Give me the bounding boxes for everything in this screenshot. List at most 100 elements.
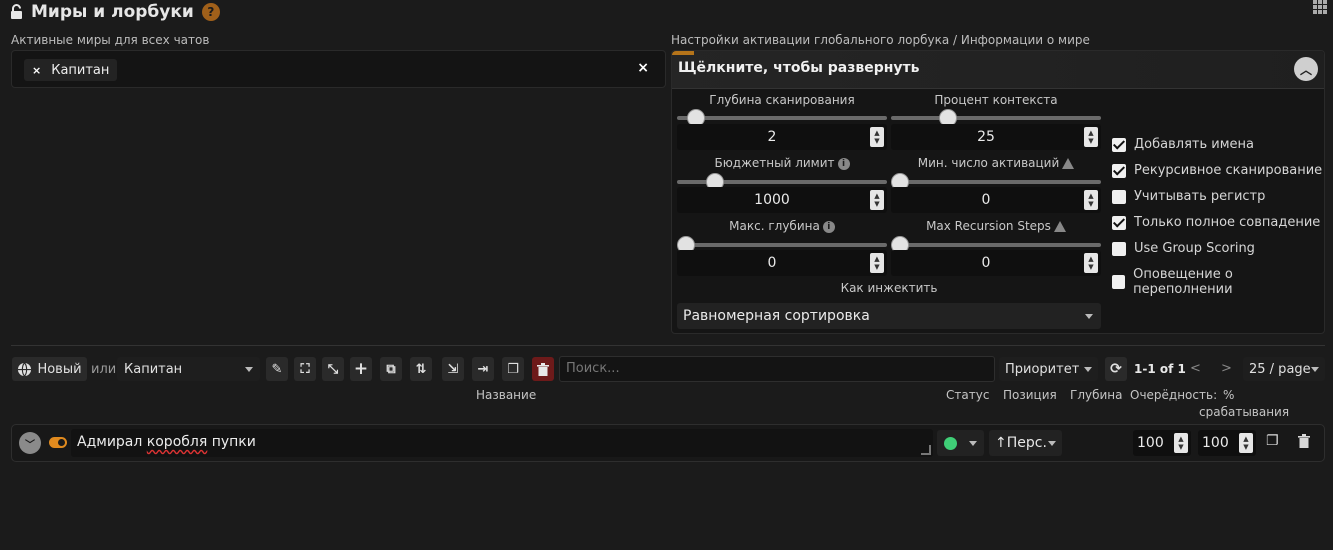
checkbox-group-scoring[interactable]: Use Group Scoring [1112, 241, 1255, 256]
delete-world-button[interactable] [532, 357, 554, 381]
insertion-select[interactable]: Равномерная сортировка [677, 303, 1101, 329]
budget-cap-label: Бюджетный лимит i [677, 156, 887, 170]
checkbox[interactable] [1112, 137, 1126, 152]
checkbox[interactable] [1112, 241, 1126, 256]
checkbox-case-sensitive[interactable]: Учитывать регистр [1112, 189, 1265, 204]
chip-remove-icon[interactable]: × [32, 64, 41, 77]
min-activations-slider[interactable] [891, 173, 1101, 191]
page-size-select[interactable]: 25 / page [1243, 357, 1325, 381]
clear-selection-icon[interactable]: × [637, 60, 649, 76]
position-select[interactable]: ↑Перс. [989, 430, 1062, 456]
max-depth-value: 0 [767, 255, 777, 271]
prev-page-button[interactable]: < [1190, 361, 1201, 376]
world-select-value: Капитан [124, 361, 183, 377]
max-depth-slider[interactable] [677, 236, 887, 254]
checkbox-add-names[interactable]: Добавлять имена [1112, 137, 1254, 152]
globe-icon [18, 362, 32, 376]
position-value: ↑Перс. [995, 435, 1047, 451]
min-activations-input[interactable]: 0 ▲ ▼ [891, 187, 1101, 213]
status-select[interactable] [937, 430, 984, 456]
delete-entry-button[interactable] [1298, 434, 1310, 452]
spinner-icon[interactable]: ▲ ▼ [1239, 433, 1253, 453]
scan-depth-slider[interactable] [677, 109, 887, 127]
export-button[interactable]: ⇥ [472, 357, 494, 381]
checkbox[interactable] [1112, 189, 1126, 204]
help-icon[interactable]: ? [201, 3, 220, 21]
chip-label: Капитан [51, 62, 110, 78]
file-import-icon: ⇲ [447, 361, 459, 377]
search-input[interactable]: Поиск... [559, 356, 995, 382]
apply-sort-button[interactable]: ⇅ [410, 357, 432, 381]
spinner-icon[interactable]: ▲ ▼ [1084, 127, 1098, 147]
chevron-down-icon [1311, 366, 1319, 372]
checkbox-recursive-scan[interactable]: Рекурсивное сканирование [1112, 163, 1322, 178]
file-export-icon: ⇥ [477, 361, 489, 377]
checkbox-label: Только полное совпадение [1134, 215, 1321, 230]
spinner-icon[interactable]: ▲ ▼ [1084, 190, 1098, 210]
active-worlds-select[interactable]: × Капитан × [11, 50, 666, 88]
col-trigger: % [1223, 388, 1235, 402]
new-world-button[interactable]: Новый [12, 357, 87, 381]
fill-memos-button[interactable]: ⧉ [380, 357, 402, 381]
new-entry-button[interactable]: + [350, 357, 372, 381]
budget-cap-input[interactable]: 1000 ▲ ▼ [677, 187, 887, 213]
col-title: Название [476, 388, 537, 402]
sort-select[interactable]: Приоритет [999, 357, 1098, 381]
max-recursion-slider[interactable] [891, 236, 1101, 254]
entry-title-misspelled: коробля [146, 434, 208, 450]
checkbox[interactable] [1112, 275, 1126, 289]
spinner-icon[interactable]: ▲ ▼ [1084, 253, 1098, 273]
checkbox-overflow-alert[interactable]: Оповещение о переполнении [1112, 267, 1324, 297]
duplicate-world-button[interactable]: ❐ [502, 357, 524, 381]
min-activations-text: Мин. число активаций [917, 156, 1060, 170]
chevron-down-icon [1085, 314, 1093, 319]
info-icon[interactable]: i [837, 157, 850, 170]
entry-row: ﹀ Адмирал коробля пупки ↑Перс. 100 ▲ ▼ 10… [11, 424, 1325, 462]
checkbox[interactable] [1112, 215, 1126, 230]
resize-handle-icon[interactable] [921, 445, 931, 455]
spinner-icon[interactable]: ▲ ▼ [870, 127, 884, 147]
duplicate-entry-icon[interactable]: ❐ [1266, 433, 1279, 449]
warning-icon[interactable] [1062, 158, 1075, 169]
trigger-input[interactable]: 100 ▲ ▼ [1198, 430, 1256, 456]
budget-cap-slider[interactable] [677, 173, 887, 191]
order-input[interactable]: 100 ▲ ▼ [1133, 430, 1191, 456]
order-value: 100 [1137, 435, 1164, 451]
col-depth: Глубина [1070, 388, 1123, 402]
spinner-icon[interactable]: ▲ ▼ [1174, 433, 1188, 453]
max-depth-input[interactable]: 0 ▲ ▼ [677, 250, 887, 276]
world-select[interactable]: Капитан [117, 357, 260, 381]
trigger-value: 100 [1202, 435, 1229, 451]
refresh-button[interactable]: ⟳ [1105, 357, 1127, 381]
chevron-up-icon[interactable]: ︿ [1294, 57, 1318, 81]
info-icon[interactable]: i [822, 220, 835, 233]
budget-cap-text: Бюджетный лимит [714, 156, 835, 170]
next-page-button[interactable]: > [1221, 361, 1232, 376]
scan-depth-value: 2 [767, 129, 777, 145]
entry-toggle[interactable] [49, 437, 67, 448]
col-status: Статус [946, 388, 990, 402]
max-depth-text: Макс. глубина [729, 219, 820, 233]
checkbox[interactable] [1112, 163, 1126, 178]
active-worlds-label: Активные миры для всех чатов [11, 33, 210, 47]
checkbox-label: Рекурсивное сканирование [1134, 163, 1323, 178]
spinner-icon[interactable]: ▲ ▼ [870, 253, 884, 273]
warning-icon[interactable] [1053, 221, 1066, 232]
context-percent-input[interactable]: 25 ▲ ▼ [891, 124, 1101, 150]
grid-menu-icon[interactable] [1313, 0, 1329, 14]
page-header: Миры и лорбуки ? [10, 2, 220, 22]
context-percent-slider[interactable] [891, 109, 1101, 127]
chevron-down-icon[interactable]: ﹀ [19, 432, 41, 454]
entry-title-input[interactable]: Адмирал коробля пупки [71, 429, 933, 457]
max-recursion-input[interactable]: 0 ▲ ▼ [891, 250, 1101, 276]
spinner-icon[interactable]: ▲ ▼ [870, 190, 884, 210]
expand-all-button[interactable]: ⛶ [294, 357, 316, 381]
settings-toggle-header[interactable]: Щёлкните, чтобы развернуть ︿ [672, 51, 1324, 89]
max-recursion-value: 0 [981, 255, 991, 271]
checkbox-whole-words[interactable]: Только полное совпадение [1112, 215, 1320, 230]
rename-button[interactable]: ✎ [266, 357, 288, 381]
settings-label: Настройки активации глобального лорбука … [671, 33, 1090, 47]
collapse-all-button[interactable]: ⤡ [322, 357, 344, 381]
import-button[interactable]: ⇲ [442, 357, 464, 381]
scan-depth-input[interactable]: 2 ▲ ▼ [677, 124, 887, 150]
